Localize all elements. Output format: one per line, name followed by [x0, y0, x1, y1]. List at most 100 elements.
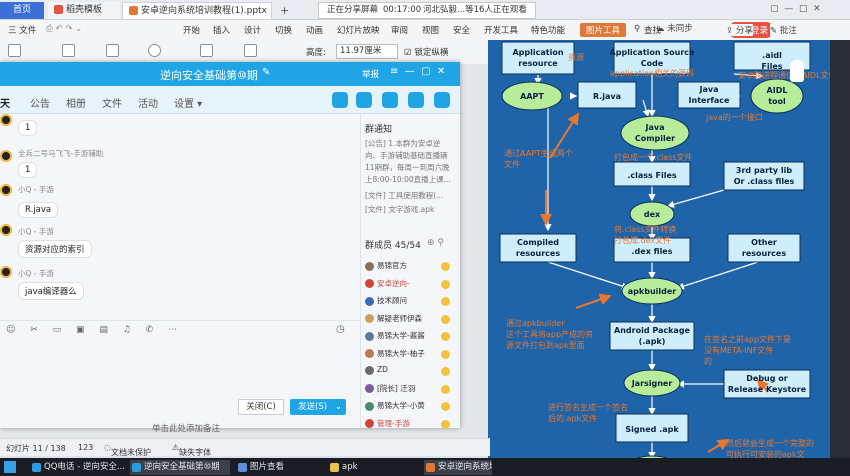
- pptx-icon: [426, 463, 435, 472]
- tab-chat[interactable]: 天: [0, 95, 10, 110]
- annotation-note: 的: [704, 356, 712, 366]
- qq-window-controls[interactable]: ≡ — ▢ ✕: [390, 66, 445, 77]
- member-name: 易锦大学-酱酱: [377, 331, 425, 340]
- member-item[interactable]: 安卓逆向-: [365, 278, 410, 289]
- screen-share-icon[interactable]: [382, 92, 398, 108]
- avatar: [0, 266, 12, 278]
- annotate-button[interactable]: ✎ 批注: [770, 24, 797, 36]
- reset-icon[interactable]: [148, 44, 161, 57]
- notice-line[interactable]: 11期群，每周一到周六晚: [365, 162, 450, 173]
- pptx-icon: [129, 6, 138, 15]
- history-icon[interactable]: ◷: [336, 324, 345, 335]
- start-icon[interactable]: [4, 461, 16, 473]
- close-button[interactable]: 关闭(C): [238, 399, 284, 415]
- flow-box-label: R.java: [593, 92, 621, 101]
- status-bar: 幻灯片 11 / 138 123 ◌ 文档未保护 ⚠ 缺失字体: [0, 438, 490, 457]
- annotation-note: 将.class文件转换: [614, 224, 676, 234]
- member-badge-icon: [441, 314, 450, 324]
- menu-start[interactable]: 开始: [183, 24, 200, 36]
- new-tab-icon[interactable]: +: [280, 4, 289, 17]
- cloud-sync-status[interactable]: ☁ 未同步: [656, 22, 693, 34]
- missing-font-status[interactable]: ⚠ 缺失字体: [172, 443, 211, 457]
- share-button[interactable]: ⇪ 分享: [726, 24, 753, 36]
- quick-access-icons[interactable]: ⎙ ↶ ↷ ⌄: [46, 24, 82, 34]
- tab-home[interactable]: 首页: [0, 2, 44, 19]
- voice-call-icon[interactable]: [332, 92, 348, 108]
- tab-activity[interactable]: 活动: [138, 95, 158, 110]
- member-item[interactable]: 易锦大学-酱酱: [365, 330, 425, 341]
- menu-review[interactable]: 审阅: [391, 24, 408, 36]
- add-app-icon[interactable]: [408, 92, 424, 108]
- menu-view[interactable]: 视图: [422, 24, 439, 36]
- tab-settings[interactable]: 设置 ▾: [174, 95, 202, 110]
- search-icon[interactable]: ⚲: [634, 24, 640, 34]
- flow-box-label: .dex files: [632, 247, 673, 256]
- menu-insert[interactable]: 插入: [213, 24, 230, 36]
- notice-line[interactable]: 向、手游辅助基础直播辆: [365, 150, 448, 161]
- report-link[interactable]: 举报: [362, 68, 379, 80]
- member-badge-icon: [441, 402, 450, 411]
- menu-transition[interactable]: 切换: [275, 24, 292, 36]
- notice-line[interactable]: 上8:00-10:00直播上课...: [365, 174, 451, 185]
- members-title: 群成员 45/54: [365, 241, 421, 251]
- more-icon[interactable]: [434, 92, 450, 108]
- member-item[interactable]: 易锦官方: [365, 260, 407, 271]
- tab-document[interactable]: 安卓逆向系统培训教程(1).pptx: [122, 2, 272, 19]
- windows-taskbar: QQ电话 - 逆向安全... 逆向安全基础第⑩期 图片查看 apk 安卓逆向系统…: [0, 458, 850, 476]
- lock-ratio-label: 锁定纵横: [414, 48, 449, 58]
- compress-icon[interactable]: [8, 44, 21, 57]
- task-qq-call[interactable]: QQ电话 - 逆向安全...: [30, 460, 128, 475]
- member-item[interactable]: [院长] 迁羽: [365, 383, 415, 394]
- tab-files[interactable]: 文件: [102, 95, 122, 110]
- menu-animation[interactable]: 动画: [306, 24, 323, 36]
- flow-box-label: resources: [742, 249, 786, 258]
- member-item[interactable]: 技术顾问: [365, 295, 407, 306]
- task-qq-group[interactable]: 逆向安全基础第⑩期: [130, 460, 230, 475]
- task-image-viewer[interactable]: 图片查看: [236, 460, 326, 475]
- doc-protect-status[interactable]: ◌ 文档未保护: [104, 443, 151, 457]
- task-wps-ppt[interactable]: 安卓逆向系统培...: [424, 460, 492, 475]
- change-picture-icon[interactable]: [106, 44, 119, 57]
- tab-album[interactable]: 相册: [66, 95, 86, 110]
- effects-icon[interactable]: [244, 44, 257, 57]
- flow-box-label: resource: [518, 59, 558, 68]
- crop-icon[interactable]: [62, 44, 75, 57]
- member-item[interactable]: 管理-手游: [365, 418, 410, 429]
- chevron-down-icon[interactable]: ⌄: [335, 399, 342, 415]
- notice-file[interactable]: [文件] 工具使用教程(...: [365, 190, 443, 201]
- border-icon[interactable]: [200, 44, 213, 57]
- member-item[interactable]: 易锦大学-小黄: [365, 400, 425, 411]
- notice-file[interactable]: [文件] 文字游戏.apk: [365, 204, 434, 215]
- annotation-note: application相关的源码: [610, 68, 694, 78]
- window-controls[interactable]: ▢ — □ ✕: [770, 4, 821, 14]
- send-button[interactable]: 发送(S) ⌄: [290, 399, 346, 415]
- member-tools-icon[interactable]: ⊕ ⚲: [427, 238, 444, 248]
- menu-slideshow[interactable]: 幻灯片放映: [337, 24, 380, 36]
- slide-canvas: Application resource Application Source Cod…: [488, 40, 830, 476]
- share-status: 正在分享屏幕: [327, 5, 379, 15]
- video-call-icon[interactable]: [356, 92, 372, 108]
- annotation-note: 打包成一个.class文件: [614, 152, 692, 162]
- annotation-note: 没有META-INF文件: [704, 345, 773, 355]
- menu-features[interactable]: 特色功能: [531, 24, 565, 36]
- edit-icon[interactable]: ✎: [262, 67, 270, 78]
- tab-announcement[interactable]: 公告: [30, 95, 50, 110]
- notice-title: 群通知: [365, 125, 393, 135]
- member-item[interactable]: 易锦大学-柚子: [365, 348, 425, 359]
- task-apk-folder[interactable]: apk: [328, 460, 418, 475]
- lock-ratio-checkbox[interactable]: ☑ 锁定纵横: [404, 46, 448, 58]
- input-tool-icons[interactable]: ☺ ✂ ▭ ▣ ▤ ♫ ✆ ⋯: [6, 325, 183, 335]
- height-input[interactable]: 11.97厘米: [336, 44, 398, 59]
- avatar: [0, 184, 12, 196]
- menu-file[interactable]: 三 文件: [8, 24, 36, 36]
- member-item[interactable]: 解疑老师伊森: [365, 313, 422, 324]
- flow-box-label: Interface: [689, 96, 730, 105]
- menu-security[interactable]: 安全: [453, 24, 470, 36]
- member-item[interactable]: ZD: [365, 365, 388, 375]
- tab-templates[interactable]: 稻壳模板: [48, 2, 120, 19]
- menu-picture-tools[interactable]: 图片工具: [580, 23, 627, 37]
- notice-line[interactable]: [公告] 1.本群为安卓逆: [365, 138, 440, 149]
- notes-placeholder[interactable]: 单击此处添加备注: [152, 422, 220, 434]
- menu-devtools[interactable]: 开发工具: [484, 24, 518, 36]
- menu-design[interactable]: 设计: [244, 24, 261, 36]
